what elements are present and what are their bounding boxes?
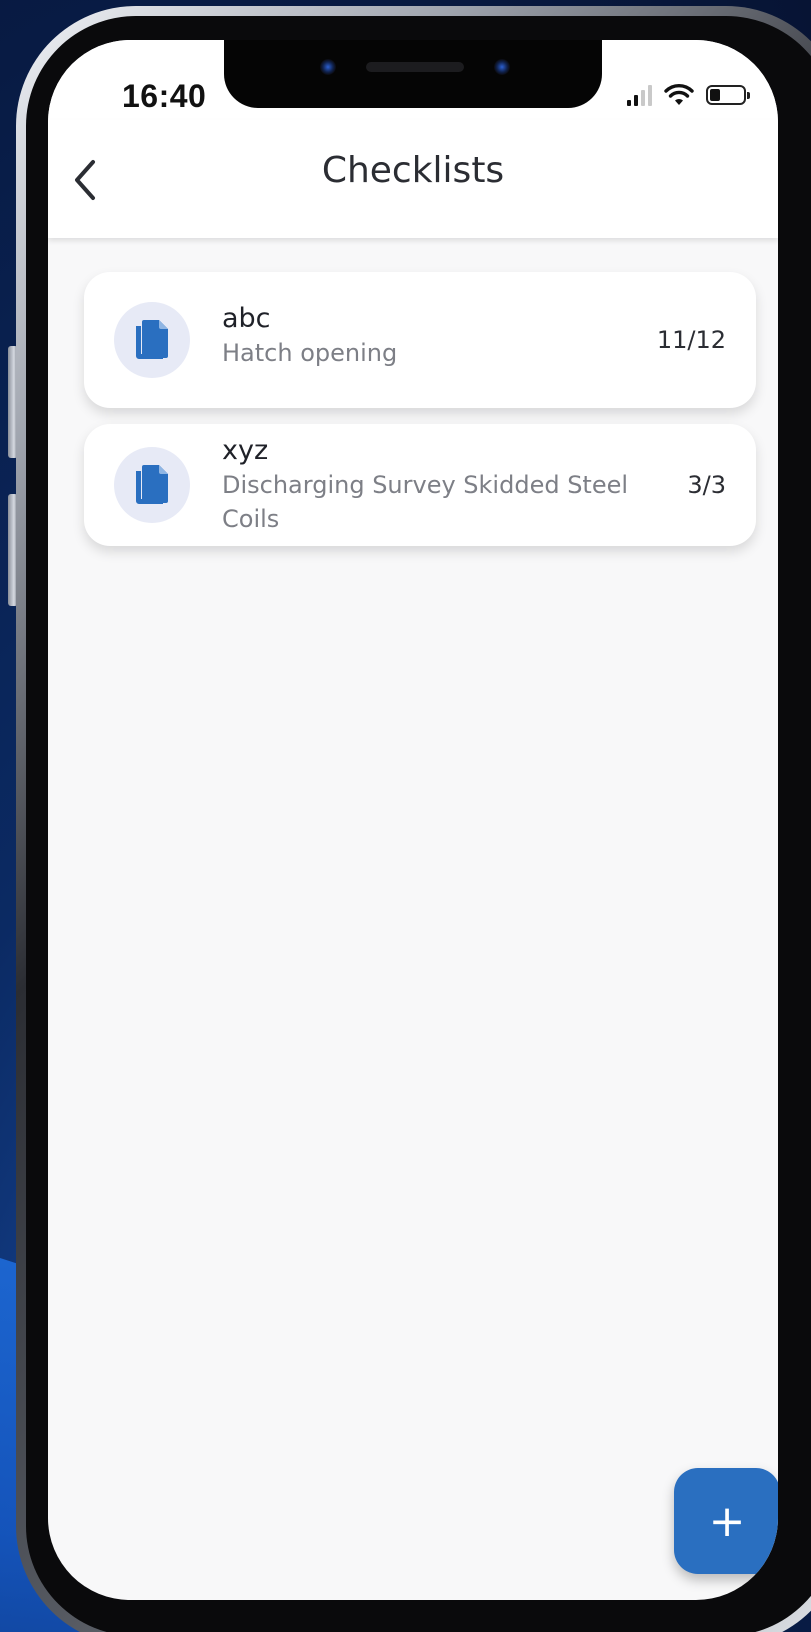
checklist-description: Discharging Survey Skidded Steel Coils [222, 471, 629, 533]
document-copy-icon [136, 465, 168, 504]
status-bar: 16:40 [48, 40, 778, 120]
checklist-card[interactable]: xyz Discharging Survey Skidded Steel Coi… [84, 424, 756, 546]
battery-level [710, 89, 720, 101]
cellular-signal-icon [627, 84, 652, 106]
checklist-avatar [114, 302, 190, 378]
app-screen: 16:40 Checklists abc Hatch opening 11/12… [48, 40, 778, 1600]
status-time: 16:40 [122, 78, 207, 114]
checklist-progress: 3/3 [687, 471, 726, 499]
checklist-progress: 11/12 [656, 326, 726, 354]
checklist-name: abc [222, 303, 271, 334]
checklist-list: abc Hatch opening 11/12 xyz Discharging … [84, 272, 756, 562]
plus-icon: + [708, 1495, 746, 1547]
sensor-icon [494, 59, 510, 75]
page-title: Checklists [321, 150, 505, 191]
camera-notch [224, 40, 602, 108]
checklist-name: xyz [222, 435, 269, 466]
wifi-icon [664, 84, 694, 105]
status-icons [627, 82, 750, 108]
document-copy-icon [136, 320, 168, 359]
checklist-avatar [114, 447, 190, 523]
checklist-card[interactable]: abc Hatch opening 11/12 [84, 272, 756, 408]
battery-icon [706, 85, 750, 105]
device-mockup-background: 16:40 Checklists abc Hatch opening 11/12… [0, 0, 811, 1632]
earpiece-speaker [366, 62, 464, 72]
front-camera-icon [320, 59, 336, 75]
navigation-bar: Checklists [48, 120, 778, 238]
add-checklist-button[interactable]: + [674, 1468, 778, 1574]
checklist-description: Hatch opening [222, 339, 398, 367]
